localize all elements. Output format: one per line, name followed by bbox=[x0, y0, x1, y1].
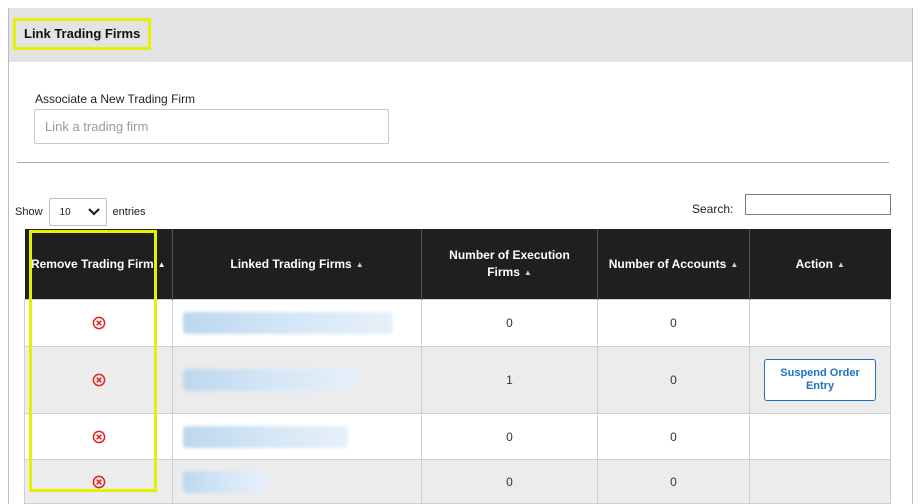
accounts-cell: 0 bbox=[597, 413, 750, 460]
link-trading-firms-panel: Link Trading Firms Associate a New Tradi… bbox=[8, 8, 913, 504]
search-input[interactable] bbox=[745, 194, 891, 215]
chevron-down-icon bbox=[87, 208, 100, 216]
accounts-cell: 0 bbox=[597, 459, 750, 504]
remove-cell bbox=[24, 299, 173, 347]
linked-firm-cell bbox=[172, 346, 422, 414]
linked-firms-table: Remove Trading Firm ▲ Linked Trading Firm… bbox=[24, 229, 891, 504]
header-action[interactable]: Action ▲ bbox=[749, 229, 891, 300]
table-row: 0 0 bbox=[24, 459, 891, 504]
show-label: Show bbox=[15, 206, 43, 218]
divider bbox=[17, 162, 889, 163]
redacted-firm-name bbox=[183, 425, 348, 448]
redacted-firm-name bbox=[183, 369, 358, 391]
execution-firms-cell: 0 bbox=[421, 413, 598, 460]
entries-select-value: 10 bbox=[59, 206, 71, 218]
remove-cell bbox=[24, 459, 173, 504]
header-number-of-accounts[interactable]: Number of Accounts ▲ bbox=[597, 229, 750, 300]
sort-up-icon: ▲ bbox=[523, 268, 532, 277]
remove-circle-x-icon[interactable] bbox=[92, 430, 106, 444]
action-cell: Suspend Order Entry bbox=[749, 346, 891, 414]
entries-select[interactable]: 10 bbox=[48, 198, 107, 226]
linked-firm-cell bbox=[172, 413, 422, 460]
entries-length-control: Show 10 entries bbox=[15, 198, 146, 226]
table-row: 0 0 bbox=[24, 299, 891, 347]
linked-firm-cell bbox=[172, 299, 422, 347]
redacted-firm-name bbox=[183, 470, 268, 493]
section-header: Link Trading Firms bbox=[9, 8, 912, 62]
header-number-of-execution-firms[interactable]: Number of Execution Firms ▲ bbox=[421, 229, 598, 300]
execution-firms-cell: 0 bbox=[421, 459, 598, 504]
table-row: 0 0 bbox=[24, 413, 891, 460]
remove-cell bbox=[24, 346, 173, 414]
header-remove-trading-firm[interactable]: Remove Trading Firm ▲ bbox=[24, 229, 173, 300]
remove-circle-x-icon[interactable] bbox=[92, 373, 106, 387]
accounts-cell: 0 bbox=[597, 346, 750, 414]
action-cell bbox=[749, 459, 891, 504]
entries-label: entries bbox=[112, 206, 146, 218]
redacted-firm-name bbox=[183, 312, 393, 334]
search-label: Search: bbox=[692, 202, 734, 216]
sort-up-icon: ▲ bbox=[836, 259, 845, 269]
section-title: Link Trading Firms bbox=[13, 18, 152, 50]
execution-firms-cell: 1 bbox=[421, 346, 598, 414]
link-trading-firm-input[interactable] bbox=[34, 109, 389, 144]
accounts-cell: 0 bbox=[597, 299, 750, 347]
sort-up-icon: ▲ bbox=[730, 259, 739, 269]
sort-up-icon: ▲ bbox=[355, 259, 364, 269]
table-header-row: Remove Trading Firm ▲ Linked Trading Firm… bbox=[24, 229, 891, 300]
remove-circle-x-icon[interactable] bbox=[92, 316, 106, 330]
table-row: 1 0 Suspend Order Entry bbox=[24, 346, 891, 414]
header-linked-trading-firms[interactable]: Linked Trading Firms ▲ bbox=[172, 229, 422, 300]
remove-circle-x-icon[interactable] bbox=[92, 475, 106, 489]
sort-up-icon: ▲ bbox=[157, 259, 166, 269]
linked-firm-cell bbox=[172, 459, 422, 504]
action-cell bbox=[749, 413, 891, 460]
action-cell bbox=[749, 299, 891, 347]
remove-cell bbox=[24, 413, 173, 460]
execution-firms-cell: 0 bbox=[421, 299, 598, 347]
associate-label: Associate a New Trading Firm bbox=[35, 92, 196, 106]
suspend-order-entry-button[interactable]: Suspend Order Entry bbox=[764, 359, 876, 401]
